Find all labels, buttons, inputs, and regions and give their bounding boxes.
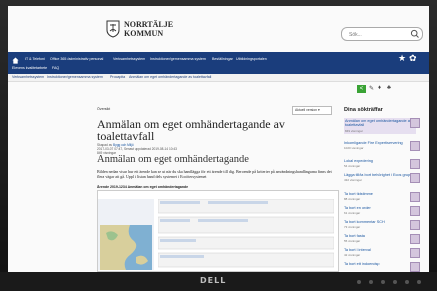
result-thumbnail xyxy=(410,118,420,128)
search-result-link[interactable]: Lägga till/ta bort behörighet i Ecos gru… xyxy=(344,173,414,177)
search-input[interactable] xyxy=(347,29,411,41)
result-thumbnail xyxy=(410,220,420,230)
monitor-button[interactable] xyxy=(381,280,385,284)
nav-item-kvalitetarbete[interactable]: Elevens kvalitetarbete xyxy=(12,66,47,70)
article-body: Bilden nedan visar hur ett ärende kan se… xyxy=(97,169,332,179)
share-icon[interactable]: < xyxy=(357,85,366,93)
monitor-button[interactable] xyxy=(393,280,397,284)
breadcrumb-instruktioner[interactable]: Instruktioner/gemensamma system xyxy=(47,75,103,79)
search-result-item[interactable]: Ta bort tidstimme 88 visningar xyxy=(344,192,420,202)
search-result-item[interactable]: Ta bort ett indoendsp xyxy=(344,262,420,272)
favorite-star-icon[interactable]: ★ xyxy=(398,53,406,64)
monitor-button[interactable] xyxy=(369,280,373,284)
watch-icon[interactable]: ♣ xyxy=(387,85,391,91)
notification-bell-icon[interactable]: ♦ xyxy=(378,85,381,91)
search-result-meta: 42 visningar xyxy=(344,253,361,258)
search-result-link[interactable]: Ta bort ett indoendsp xyxy=(344,262,414,266)
nav-item-verksamhetssystem[interactable]: Verksamhetssystem xyxy=(113,57,145,61)
version-select-value: Aktuell version xyxy=(295,108,318,112)
nav-item-office365[interactable]: Office 365 /administrativ personal xyxy=(50,57,103,61)
search-result-link[interactable]: Ta bort tidstimme xyxy=(344,192,414,196)
search-result-item[interactable]: Lokal expedering 54 visningar xyxy=(344,159,420,169)
embedded-form-fields xyxy=(158,199,334,268)
monitor-button[interactable] xyxy=(417,280,421,284)
home-icon[interactable] xyxy=(12,57,19,64)
search-result-link[interactable]: Ta bort fasta xyxy=(344,234,414,238)
main-navigation xyxy=(8,52,429,74)
search-result-item[interactable]: Ta bort l interval 42 visningar xyxy=(344,248,420,258)
monitor-button[interactable] xyxy=(357,280,361,284)
search-result-item[interactable]: Anmälan om eget omhändertagande av toale… xyxy=(344,118,420,134)
nav-item-it-telefoni[interactable]: IT & Telefoni xyxy=(25,57,45,61)
monitor-brand-logo: DELL xyxy=(200,276,227,285)
embedded-screenshot-title: Ärende 2019-1234 Anmälan om eget omhände… xyxy=(97,185,189,189)
nav-item-instruktioner[interactable]: Instruktioner/gemensamma system xyxy=(150,57,206,61)
result-thumbnail xyxy=(410,173,420,183)
gear-icon[interactable]: ✿ xyxy=(409,53,417,64)
nav-item-bestallningar[interactable]: Beställningar xyxy=(212,57,233,61)
breadcrumb-verksamhetssystem[interactable]: Verksamhetssystem xyxy=(12,75,44,79)
version-select[interactable]: Aktuell version ▾ xyxy=(292,106,332,115)
search-result-meta: 54 visningar xyxy=(344,164,361,169)
search-result-link[interactable]: Ta bort l interval xyxy=(344,248,414,252)
result-thumbnail xyxy=(410,248,420,258)
search-result-meta: 73 visningar xyxy=(344,225,361,230)
search-result-meta: 55 visningar xyxy=(344,239,361,244)
search-result-link[interactable]: Ta bort en order xyxy=(344,206,414,210)
search-result-meta: 1020 visningar xyxy=(344,146,364,151)
org-name-line1: NORRTÄLJE xyxy=(124,20,174,29)
result-thumbnail xyxy=(410,234,420,244)
result-thumbnail xyxy=(410,192,420,202)
article-heading: Anmälan om eget omhändertagande xyxy=(97,154,249,165)
search-box[interactable] xyxy=(341,27,423,41)
result-thumbnail xyxy=(410,159,420,169)
breadcrumb-procapita[interactable]: Procapita xyxy=(110,75,125,79)
result-thumbnail xyxy=(410,262,420,272)
search-result-meta: 849 visningar xyxy=(345,128,363,133)
search-result-link[interactable]: Ta bort kommentar SCH xyxy=(344,220,414,224)
search-results-title: Dina sökträffar xyxy=(344,107,383,113)
search-result-item[interactable]: Ta bort en order 61 visningar xyxy=(344,206,420,216)
search-result-link[interactable]: Inkomligande Fire Expertiservering xyxy=(344,141,414,145)
search-result-link[interactable]: Lokal expedering xyxy=(344,159,414,163)
edit-pencil-icon[interactable]: ✎ xyxy=(369,85,374,92)
page-title: Anmälan om eget omhändertagande av toale… xyxy=(97,117,285,143)
search-result-item[interactable]: Lägga till/ta bort behörighet i Ecos gru… xyxy=(344,173,420,183)
org-name-line2: KOMMUN xyxy=(124,29,164,38)
breadcrumb-current-page[interactable]: Anmälan om eget omhändertagande av toale… xyxy=(129,75,211,79)
result-thumbnail xyxy=(410,206,420,216)
search-result-meta: 432 visningar xyxy=(344,178,362,183)
article-breadcrumb[interactable]: Översikt xyxy=(97,107,110,111)
nav-item-utbildningsportalen[interactable]: Utbildningsportalen xyxy=(236,57,267,61)
search-result-item[interactable]: Ta bort fasta 55 visningar xyxy=(344,234,420,244)
search-result-meta: 61 visningar xyxy=(344,211,361,216)
municipality-crest-icon xyxy=(106,20,120,38)
result-thumbnail xyxy=(410,141,420,151)
embedded-map-image xyxy=(100,225,152,270)
nav-item-faq[interactable]: FAQ xyxy=(52,66,59,70)
monitor-power-button[interactable] xyxy=(405,280,409,284)
search-result-meta: 88 visningar xyxy=(344,197,361,202)
search-result-item[interactable]: Ta bort kommentar SCH 73 visningar xyxy=(344,220,420,230)
search-result-link[interactable]: Anmälan om eget omhändertagande av toale… xyxy=(345,119,415,128)
search-icon[interactable] xyxy=(410,29,420,39)
search-result-item[interactable]: Inkomligande Fire Expertiservering 1020 … xyxy=(344,141,420,151)
